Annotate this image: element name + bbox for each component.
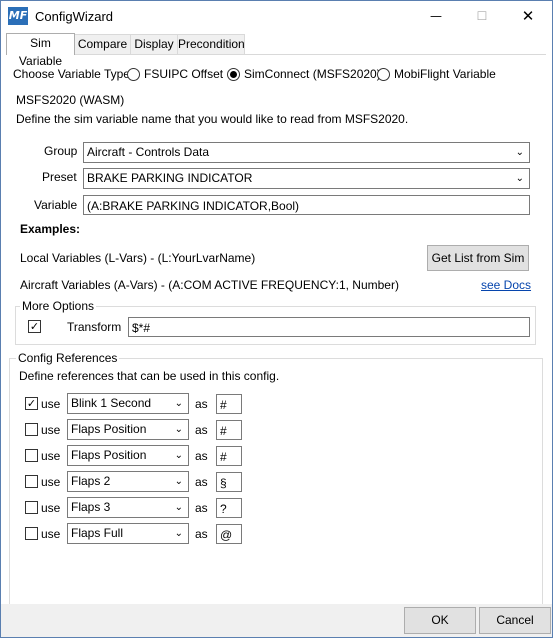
transform-label: Transform	[67, 320, 122, 334]
as-label: as	[195, 423, 208, 437]
reference-select-value: Flaps 2	[71, 474, 111, 488]
variable-label: Variable	[34, 198, 78, 212]
config-references-title: Config References	[16, 351, 120, 365]
chevron-down-icon: ⌄	[174, 476, 183, 487]
symbol-input[interactable]: ?	[216, 498, 242, 518]
check-icon: ✓	[29, 320, 40, 333]
transform-checkbox[interactable]: ✓	[28, 320, 41, 333]
config-references-description: Define references that can be used in th…	[19, 369, 280, 383]
symbol-input[interactable]: @	[216, 524, 242, 544]
reference-select-value: Flaps 3	[71, 500, 111, 514]
reference-select[interactable]: Blink 1 Second ⌄	[67, 393, 189, 414]
use-label: use	[41, 449, 61, 463]
chevron-down-icon: ⌄	[174, 450, 183, 461]
aircraft-vars-example: Aircraft Variables (A-Vars) - (A:COM ACT…	[20, 278, 399, 292]
radio-mobiflight-variable-label[interactable]: MobiFlight Variable	[394, 67, 496, 81]
preset-label: Preset	[42, 170, 77, 184]
transform-input[interactable]: $*#	[128, 317, 530, 337]
as-label: as	[195, 501, 208, 515]
as-label: as	[195, 397, 208, 411]
use-checkbox[interactable]	[25, 501, 38, 514]
symbol-input[interactable]: #	[216, 446, 242, 466]
use-checkbox[interactable]	[25, 475, 38, 488]
radio-simconnect[interactable]	[227, 68, 240, 81]
use-checkbox[interactable]	[25, 449, 38, 462]
as-label: as	[195, 527, 208, 541]
tab-display[interactable]: Display	[130, 34, 178, 54]
tab-precondition[interactable]: Precondition	[177, 34, 245, 54]
tab-sim-variable[interactable]: Sim Variable	[6, 33, 75, 68]
msfs-description: Define the sim variable name that you wo…	[16, 112, 409, 126]
msfs-group-title: MSFS2020 (WASM)	[16, 93, 125, 107]
chevron-down-icon: ⌄	[174, 398, 183, 409]
use-checkbox[interactable]: ✓	[25, 397, 38, 410]
use-label: use	[41, 397, 61, 411]
chevron-down-icon: ⌄	[174, 502, 183, 513]
symbol-input[interactable]: §	[216, 472, 242, 492]
reference-select-value: Blink 1 Second	[71, 396, 152, 410]
use-label: use	[41, 423, 61, 437]
reference-select-value: Flaps Full	[71, 526, 124, 540]
reference-select[interactable]: Flaps Position ⌄	[67, 419, 189, 440]
cancel-button[interactable]: Cancel	[479, 607, 551, 634]
as-label: as	[195, 449, 208, 463]
use-label: use	[41, 501, 61, 515]
mobiflight-logo-icon: MF	[8, 7, 28, 25]
radio-fsuipc-offset[interactable]	[127, 68, 140, 81]
radio-fsuipc-offset-label[interactable]: FSUIPC Offset	[144, 67, 223, 81]
symbol-input[interactable]: #	[216, 394, 242, 414]
get-list-from-sim-button[interactable]: Get List from Sim	[427, 245, 529, 271]
reference-select[interactable]: Flaps 3 ⌄	[67, 497, 189, 518]
chevron-down-icon: ⌄	[515, 173, 524, 184]
as-label: as	[195, 475, 208, 489]
title-bar: MF ConfigWizard — ☐ ✕	[1, 1, 552, 32]
check-icon: ✓	[26, 397, 37, 410]
preset-select[interactable]: BRAKE PARKING INDICATOR ⌄	[83, 168, 530, 189]
dialog-footer: OK Cancel	[1, 604, 552, 637]
config-wizard-window: MF ConfigWizard — ☐ ✕ Sim Variable Compa…	[0, 0, 553, 638]
local-vars-example: Local Variables (L-Vars) - (L:YourLvarNa…	[20, 251, 256, 265]
preset-select-value: BRAKE PARKING INDICATOR	[87, 171, 253, 185]
chevron-down-icon: ⌄	[515, 147, 524, 158]
tab-compare[interactable]: Compare	[74, 34, 131, 54]
use-label: use	[41, 475, 61, 489]
chevron-down-icon: ⌄	[174, 528, 183, 539]
examples-label: Examples:	[20, 222, 81, 236]
close-icon[interactable]: ✕	[505, 1, 551, 32]
group-label: Group	[44, 144, 78, 158]
radio-simconnect-label[interactable]: SimConnect (MSFS2020)	[244, 67, 381, 81]
reference-select-value: Flaps Position	[71, 422, 147, 436]
sim-variable-page: Choose Variable Type FSUIPC Offset SimCo…	[6, 54, 546, 605]
minimize-icon[interactable]: —	[413, 1, 459, 32]
maximize-icon[interactable]: ☐	[459, 1, 505, 32]
radio-mobiflight-variable[interactable]	[377, 68, 390, 81]
reference-select[interactable]: Flaps Position ⌄	[67, 445, 189, 466]
reference-select[interactable]: Flaps 2 ⌄	[67, 471, 189, 492]
reference-select[interactable]: Flaps Full ⌄	[67, 523, 189, 544]
reference-select-value: Flaps Position	[71, 448, 147, 462]
use-label: use	[41, 527, 61, 541]
variable-input[interactable]: (A:BRAKE PARKING INDICATOR,Bool)	[83, 195, 530, 215]
group-select-value: Aircraft - Controls Data	[87, 145, 210, 159]
chevron-down-icon: ⌄	[174, 424, 183, 435]
use-checkbox[interactable]	[25, 423, 38, 436]
symbol-input[interactable]: #	[216, 420, 242, 440]
more-options-title: More Options	[20, 299, 97, 313]
see-docs-link[interactable]: see Docs	[481, 278, 531, 292]
use-checkbox[interactable]	[25, 527, 38, 540]
window-title: ConfigWizard	[35, 9, 114, 24]
group-select[interactable]: Aircraft - Controls Data ⌄	[83, 142, 530, 163]
ok-button[interactable]: OK	[404, 607, 476, 634]
